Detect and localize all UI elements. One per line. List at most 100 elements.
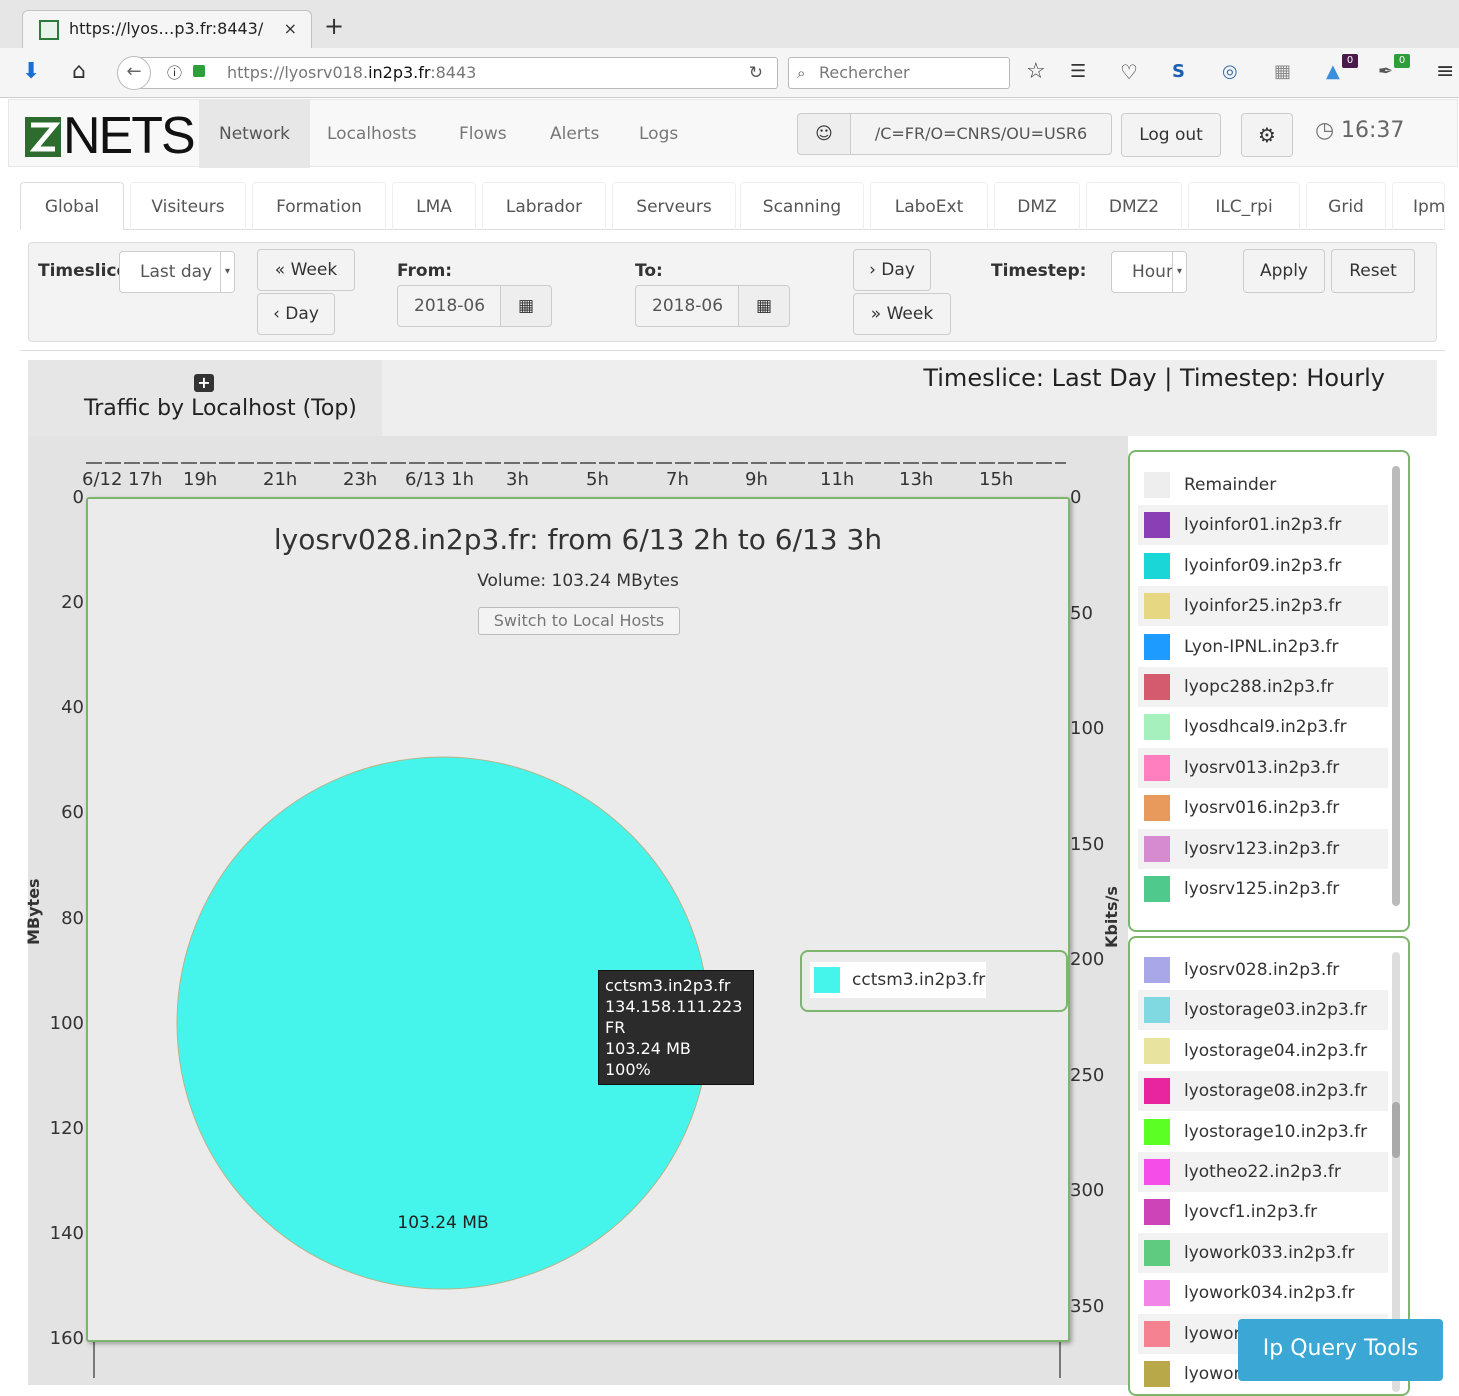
y-right-tick-label: 150: [1070, 833, 1105, 855]
pie-legend: cctsm3.in2p3.fr: [800, 950, 1068, 1012]
legend-swatch: [1144, 1280, 1170, 1307]
legend-item[interactable]: lyovcf1.in2p3.fr: [1138, 1192, 1388, 1232]
legend-label: lyostorage10.in2p3.fr: [1184, 1121, 1368, 1142]
host-detail-popup: lyosrv028.in2p3.fr: from 6/13 2h to 6/13…: [86, 497, 1070, 1342]
legend-label: lyoinfor01.in2p3.fr: [1184, 515, 1342, 536]
y-tick-label: 0: [72, 487, 84, 508]
y-right-tick-label: 300: [1070, 1180, 1105, 1201]
legend-label: lyostorage04.in2p3.fr: [1184, 1040, 1368, 1061]
legend-label: lyowor: [1184, 1364, 1241, 1384]
legend-item[interactable]: lyopc288.in2p3.fr: [1138, 667, 1388, 707]
y-tick-label: 120: [49, 1117, 84, 1139]
legend-label: lyopc288.in2p3.fr: [1184, 677, 1334, 697]
legend-label: lyosrv028.in2p3.fr: [1184, 960, 1340, 980]
x-tick-label: 9h: [745, 469, 768, 490]
tooltip-host: cctsm3.in2p3.fr: [605, 976, 731, 995]
pie-chart: [176, 756, 710, 1290]
legend-swatch: [1144, 1118, 1170, 1145]
legend-item[interactable]: lyosrv125.in2p3.fr: [1138, 869, 1388, 909]
y-tick-label: 40: [61, 697, 84, 719]
x-tick-label: 6/12 17h: [82, 469, 163, 490]
pie-legend-item[interactable]: cctsm3.in2p3.fr: [810, 962, 986, 998]
tooltip-country: FR: [605, 1018, 626, 1037]
legend-label: lyovcf1.in2p3.fr: [1184, 1202, 1318, 1223]
legend-swatch: [1144, 754, 1170, 781]
legend-swatch: [1144, 552, 1170, 579]
y-tick-label: 160: [49, 1328, 84, 1349]
legend-swatch: [1144, 472, 1170, 498]
legend-swatch: [1144, 1361, 1170, 1387]
legend-label: lyosrv013.in2p3.fr: [1184, 757, 1340, 778]
scrollbar[interactable]: [1392, 466, 1400, 906]
legend-swatch: [1144, 1159, 1170, 1185]
legend-swatch: [1144, 997, 1170, 1024]
legend-label: lyosrv016.in2p3.fr: [1184, 798, 1340, 819]
legend-item[interactable]: lyoinfor01.in2p3.fr: [1138, 505, 1388, 546]
legend-item[interactable]: Remainder: [1138, 465, 1388, 505]
x-tick-label: 15h: [979, 469, 1014, 490]
y-right-tick-label: 350: [1070, 1295, 1105, 1317]
y-tick-label: 60: [61, 802, 84, 824]
legend-label: lyosdhcal9.in2p3.fr: [1184, 717, 1347, 738]
legend-item[interactable]: lyoinfor09.in2p3.fr: [1138, 546, 1388, 586]
legend-swatch: [1144, 1320, 1170, 1347]
pie-legend-label: cctsm3.in2p3.fr: [852, 970, 986, 990]
legend-swatch: [1144, 1199, 1170, 1226]
y-axis-right-label: Kbits/s: [1102, 886, 1121, 948]
legend-item[interactable]: lyosdhcal9.in2p3.fr: [1138, 707, 1388, 747]
legend-item[interactable]: lyowork034.in2p3.fr: [1138, 1273, 1388, 1313]
legend-label: lyowork034.in2p3.fr: [1184, 1283, 1355, 1304]
legend-item[interactable]: lyosrv028.in2p3.fr: [1138, 950, 1388, 990]
pie-slice-label: 103.24 MB: [397, 1213, 489, 1233]
x-tick-label: 13h: [899, 469, 934, 490]
legend-swatch: [1144, 795, 1170, 822]
legend-item[interactable]: lyowork033.in2p3.fr: [1138, 1232, 1388, 1273]
legend-item[interactable]: lyosrv123.in2p3.fr: [1138, 828, 1388, 869]
x-tick-label: 7h: [666, 469, 689, 490]
legend-label: Lyon-IPNL.in2p3.fr: [1184, 636, 1339, 657]
legend-swatch: [1144, 1239, 1170, 1266]
legend-item[interactable]: lyotheo22.in2p3.fr: [1138, 1152, 1388, 1192]
x-tick-label: 21h: [263, 469, 298, 490]
legend-swatch: [1144, 1078, 1170, 1105]
legend-swatch: [1144, 633, 1170, 660]
legend-label: lyowor: [1184, 1323, 1241, 1344]
legend-label: lyostorage08.in2p3.fr: [1184, 1081, 1368, 1102]
legend-top-box: Remainder lyoinfor01.in2p3.fr lyoinfor09.i…: [1128, 450, 1410, 932]
y-right-tick-label: 200: [1070, 949, 1105, 970]
legend-swatch: [814, 967, 840, 993]
tooltip-percent: 100%: [605, 1060, 651, 1079]
y-tick-label: 140: [49, 1222, 84, 1244]
legend-item[interactable]: lyostorage04.in2p3.fr: [1138, 1031, 1388, 1071]
legend-item[interactable]: lyostorage08.in2p3.fr: [1138, 1071, 1388, 1112]
legend-item[interactable]: Lyon-IPNL.in2p3.fr: [1138, 627, 1388, 667]
legend-label: lyotheo22.in2p3.fr: [1184, 1162, 1341, 1182]
legend-swatch: [1144, 674, 1170, 700]
legend-label: Remainder: [1184, 475, 1277, 495]
legend-swatch: [1144, 714, 1170, 741]
legend-swatch: [1144, 835, 1170, 862]
legend-label: lyoinfor09.in2p3.fr: [1184, 555, 1342, 576]
y-axis-label: MBytes: [24, 878, 43, 945]
legend-swatch: [1144, 1037, 1170, 1064]
legend-item[interactable]: lyosrv016.in2p3.fr: [1138, 788, 1388, 828]
legend-label: lyosrv125.in2p3.fr: [1184, 879, 1340, 899]
x-tick-label: 6/13 1h: [405, 469, 475, 490]
tooltip-volume: 103.24 MB: [605, 1039, 691, 1058]
y-right-tick-label: 0: [1070, 487, 1082, 508]
ip-query-tools-button[interactable]: Ip Query Tools: [1238, 1319, 1443, 1381]
legend-item[interactable]: lyosrv013.in2p3.fr: [1138, 747, 1388, 788]
pie-tooltip: cctsm3.in2p3.fr 134.158.111.223 FR 103.2…: [598, 970, 754, 1085]
x-tick-label: 3h: [506, 469, 529, 490]
legend-item[interactable]: lyostorage10.in2p3.fr: [1138, 1112, 1388, 1152]
legend-item[interactable]: lyoinfor25.in2p3.fr: [1138, 586, 1388, 627]
legend-label: lyoinfor25.in2p3.fr: [1184, 596, 1342, 617]
legend-label: lyowork033.in2p3.fr: [1184, 1242, 1355, 1263]
legend-item[interactable]: lyostorage03.in2p3.fr: [1138, 990, 1388, 1031]
y-right-tick-label: 50: [1070, 602, 1093, 624]
legend-swatch: [1144, 512, 1170, 539]
tooltip-ip: 134.158.111.223: [605, 997, 743, 1016]
scrollbar-thumb[interactable]: [1392, 1102, 1400, 1158]
y-right-tick-label: 250: [1070, 1064, 1105, 1086]
x-tick-label: 23h: [343, 469, 378, 490]
